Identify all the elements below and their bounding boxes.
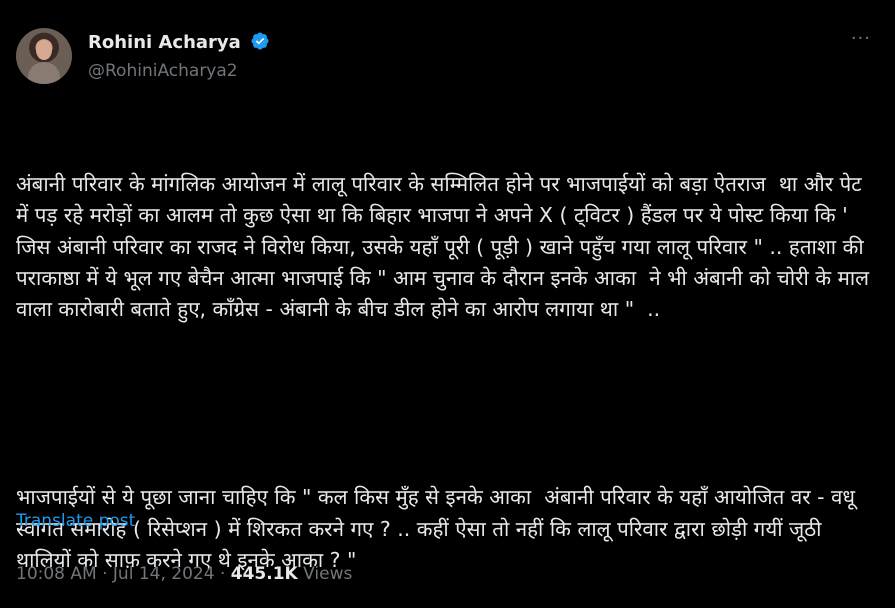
meta-separator: · xyxy=(219,564,226,584)
translate-post-link[interactable]: Translate post xyxy=(16,511,135,531)
avatar[interactable] xyxy=(16,28,72,84)
author-handle[interactable]: @RohiniAcharya2 xyxy=(88,61,238,81)
post-paragraph-2: भाजपाईयों से ये पूछा जाना चाहिए कि " कल … xyxy=(16,485,862,573)
author-name-row: Rohini Acharya xyxy=(88,31,270,55)
post-date[interactable]: Jul 14, 2024 xyxy=(113,564,215,584)
post-time[interactable]: 10:08 AM xyxy=(16,564,97,584)
views-label: Views xyxy=(303,564,353,584)
views-count[interactable]: 445.1K xyxy=(231,564,298,584)
more-options-icon[interactable]: ··· xyxy=(851,28,871,49)
post-paragraph-1: अंबानी परिवार के मांगलिक आयोजन में लालू … xyxy=(16,171,876,322)
meta-separator: · xyxy=(102,564,108,584)
verified-badge-icon[interactable] xyxy=(250,31,270,55)
post-meta: 10:08 AM · Jul 14, 2024 · 445.1K Views xyxy=(16,564,352,584)
avatar-face xyxy=(36,40,52,60)
post-header: Rohini Acharya @RohiniAcharya2 ··· xyxy=(16,28,879,88)
author-name[interactable]: Rohini Acharya xyxy=(88,32,241,53)
post-text: अंबानी परिवार के मांगलिक आयोजन में लालू … xyxy=(16,106,876,608)
avatar-body xyxy=(28,62,60,84)
